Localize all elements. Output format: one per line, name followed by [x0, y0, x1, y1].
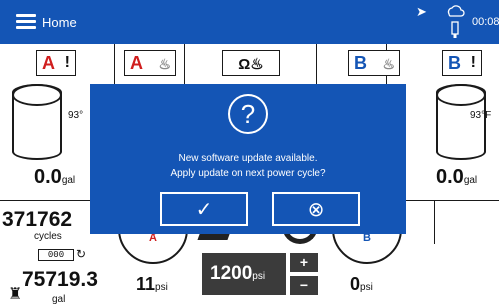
dialog-message-line1: New software update available. [178, 153, 318, 164]
software-update-dialog: ? New software update available. Apply u… [90, 84, 406, 234]
dialog-message-line2: Apply update on next power cycle? [170, 168, 326, 179]
dialog-overlay: ? New software update available. Apply u… [0, 0, 499, 307]
cancel-button[interactable]: ⊗ [272, 192, 360, 226]
question-icon: ? [228, 94, 268, 134]
confirm-button[interactable]: ✓ [160, 192, 248, 226]
